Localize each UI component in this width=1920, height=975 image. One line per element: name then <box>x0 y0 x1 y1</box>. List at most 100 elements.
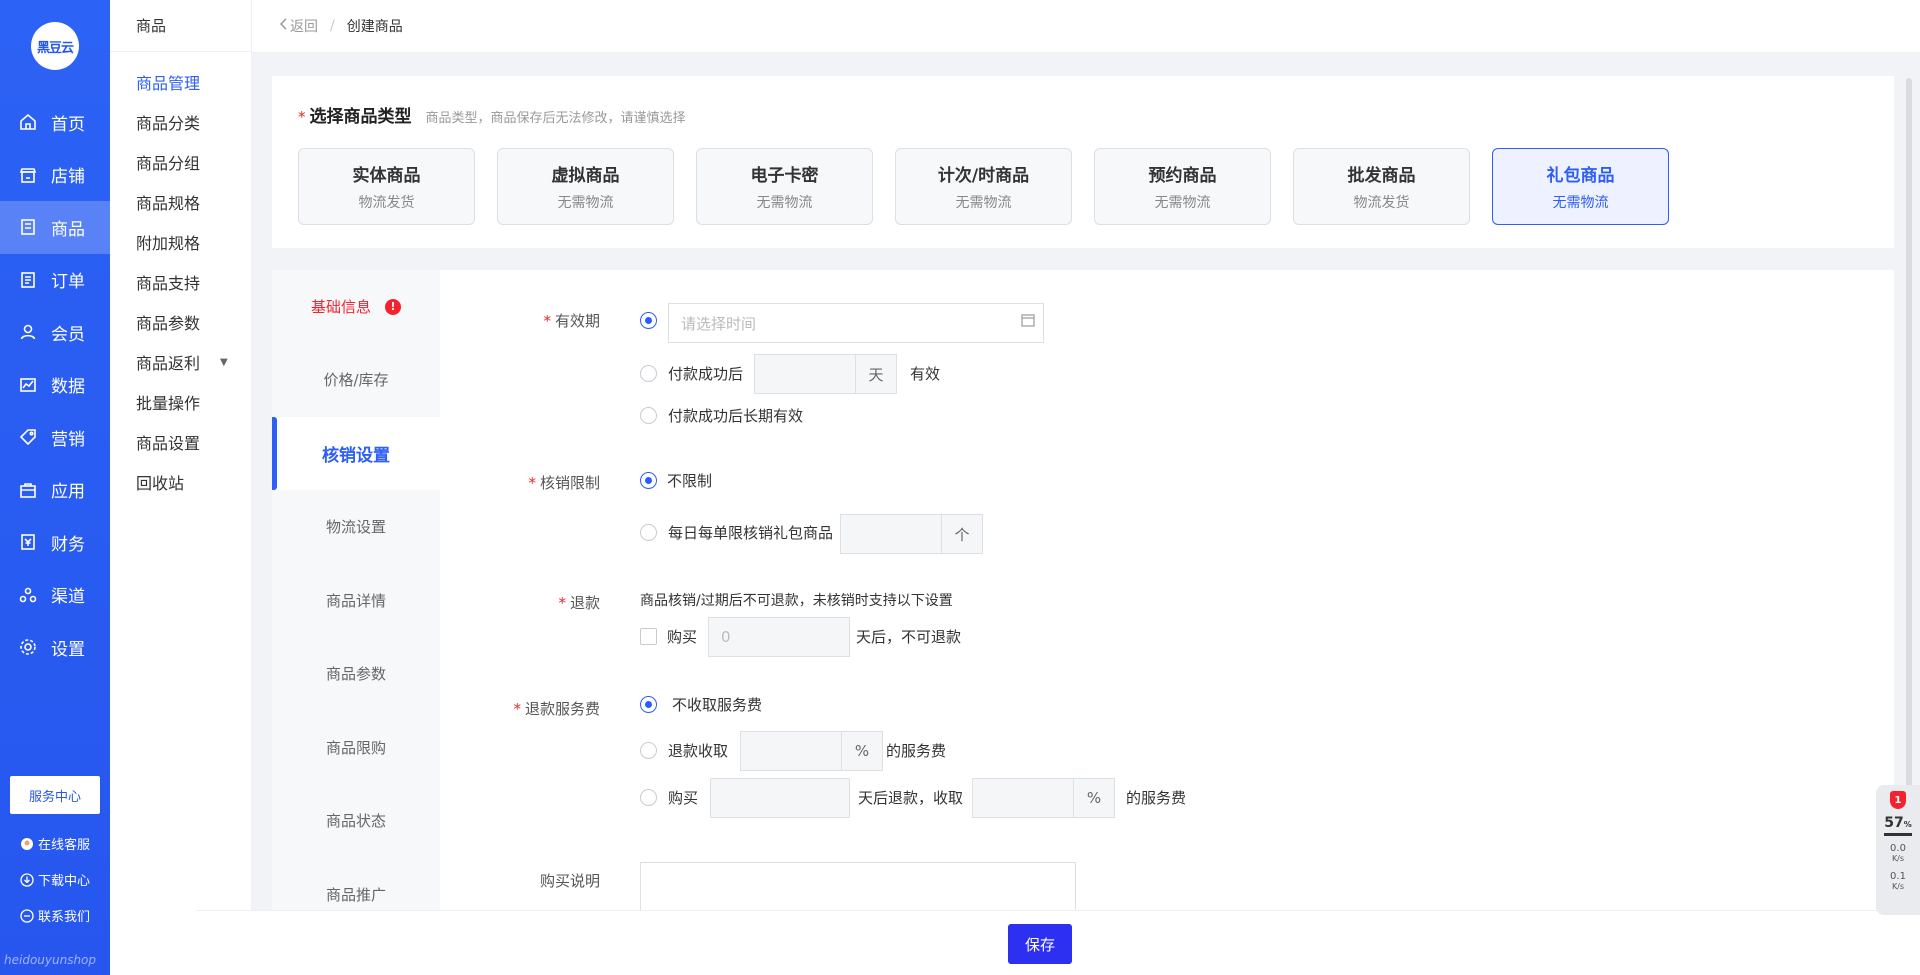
fee-refund-charge-label: 退款收取 <box>668 742 729 760</box>
type-option-reservation[interactable]: 预约商品 无需物流 <box>1094 148 1271 225</box>
nav-item-apps[interactable]: 应用 <box>0 464 110 517</box>
tab-goods-status[interactable]: 商品状态 <box>272 784 440 858</box>
tab-logistics[interactable]: 物流设置 <box>272 490 440 564</box>
fee-after-days-percent-input[interactable] <box>972 778 1074 818</box>
secondary-sidebar-title: 商品 <box>110 0 251 52</box>
type-option-timed[interactable]: 计次/时商品无需物流 <box>895 148 1072 225</box>
type-option-giftpack[interactable]: 礼包商品 无需物流 <box>1492 148 1669 225</box>
subnav-goods-rebate[interactable]: 商品返利 ▼ <box>110 342 251 382</box>
type-option-ecard[interactable]: 电子卡密 无需物流 <box>696 148 873 225</box>
system-monitor-widget[interactable]: 1 57% 0.0 K/s 0.1 K/s <box>1876 785 1920 915</box>
nav-item-store[interactable]: 店铺 <box>0 149 110 202</box>
subnav-goods-group[interactable]: 商品分组 <box>110 142 251 182</box>
verify-radio-unlimited[interactable] <box>640 472 657 489</box>
type-desc: 无需物流 <box>1154 195 1211 211</box>
order-icon <box>18 270 38 290</box>
nav-item-order[interactable]: 订单 <box>0 254 110 307</box>
finance-icon <box>18 532 38 552</box>
required-mark: * <box>298 108 306 126</box>
tab-verify-settings[interactable]: 核销设置 <box>272 416 440 490</box>
gear-icon <box>18 637 38 657</box>
contact-us-link[interactable]: 联系我们 <box>20 906 90 925</box>
refund-days-input[interactable]: 0 <box>708 617 850 657</box>
verify-radio-daily[interactable] <box>640 524 657 541</box>
product-form-card: 基础信息 ! 价格/库存 核销设置 物流设置 商品详情 商品参数 商品限购 商品… <box>272 270 1894 910</box>
type-name: 计次/时商品 <box>937 166 1030 186</box>
nav-item-member[interactable]: 会员 <box>0 306 110 359</box>
page-scrollbar[interactable] <box>1906 78 1912 908</box>
subnav-goods-category[interactable]: 商品分类 <box>110 102 251 142</box>
nav-item-settings[interactable]: 设置 <box>0 621 110 674</box>
subnav-goods-params[interactable]: 商品参数 <box>110 302 251 342</box>
nav-item-marketing[interactable]: 营销 <box>0 411 110 464</box>
secondary-sidebar: 商品 商品管理 商品分类 商品分组 商品规格 附加规格 商品支持 商品参数 商品… <box>110 0 252 975</box>
subnav-goods-settings[interactable]: 商品设置 <box>110 422 251 462</box>
store-icon <box>18 165 38 185</box>
after-pay-days-input[interactable] <box>754 354 856 394</box>
tab-basic-info[interactable]: 基础信息 ! <box>272 270 440 343</box>
home-icon <box>18 112 38 132</box>
nav-item-data[interactable]: 数据 <box>0 359 110 412</box>
tag-icon <box>18 427 38 447</box>
nav-item-goods[interactable]: 商品 <box>0 201 110 254</box>
refund-buy-checkbox[interactable] <box>640 628 657 645</box>
nav-label: 渠道 <box>51 587 85 608</box>
user-icon <box>18 322 38 342</box>
back-link[interactable]: 返回 <box>278 16 318 36</box>
channel-icon <box>18 585 38 605</box>
fee-days-input[interactable] <box>710 778 850 818</box>
validity-time-input[interactable]: 请选择时间 <box>668 303 1044 343</box>
subnav-goods-spec[interactable]: 商品规格 <box>110 182 251 222</box>
chevron-left-icon <box>278 17 290 35</box>
nav-label: 财务 <box>51 534 85 555</box>
nav-item-finance[interactable]: 财务 <box>0 516 110 569</box>
save-button[interactable]: 保存 <box>1008 924 1072 964</box>
type-desc: 物流发货 <box>358 195 415 211</box>
validity-radio-long-term[interactable] <box>640 407 657 424</box>
tab-goods-promotion[interactable]: 商品推广 <box>272 858 440 911</box>
fee-radio-refund-charge[interactable] <box>640 742 657 759</box>
type-desc: 无需物流 <box>955 195 1012 211</box>
refund-note: 商品核销/过期后不可退款，未核销时支持以下设置 <box>640 593 953 609</box>
subnav-extra-spec[interactable]: 附加规格 <box>110 222 251 262</box>
subnav-batch-ops[interactable]: 批量操作 <box>110 382 251 422</box>
error-icon: ! <box>385 298 401 315</box>
tab-goods-detail[interactable]: 商品详情 <box>272 564 440 638</box>
type-option-wholesale[interactable]: 批发商品 物流发货 <box>1293 148 1470 225</box>
subnav-goods-manage[interactable]: 商品管理 <box>110 62 251 102</box>
verify-unlimited-label: 不限制 <box>667 472 713 490</box>
validity-label: * 有效期 <box>543 312 600 330</box>
validity-radio-date[interactable] <box>640 312 657 329</box>
product-type-title: * 选择商品类型 商品类型，商品保存后无法修改，请谨慎选择 <box>298 102 686 127</box>
nav-item-home[interactable]: 首页 <box>0 96 110 149</box>
fee-refund-percent-input[interactable] <box>740 731 842 771</box>
brand-logo[interactable]: 黑豆云 <box>31 22 79 70</box>
tab-price-stock[interactable]: 价格/库存 <box>272 343 440 417</box>
fee-radio-after-days[interactable] <box>640 789 657 806</box>
type-option-physical[interactable]: 实体商品 物流发货 <box>298 148 475 225</box>
breadcrumb: 返回 / 创建商品 <box>252 0 1920 53</box>
subnav-goods-support[interactable]: 商品支持 <box>110 262 251 302</box>
refund-fee-label: * 退款服务费 <box>513 700 600 718</box>
tab-purchase-limit[interactable]: 商品限购 <box>272 711 440 785</box>
cpu-percent: 57% <box>1884 815 1912 831</box>
type-option-virtual[interactable]: 虚拟商品 无需物流 <box>497 148 674 225</box>
purchase-note-label: 购买说明 <box>539 872 600 890</box>
tab-goods-params[interactable]: 商品参数 <box>272 637 440 711</box>
type-desc: 无需物流 <box>557 195 614 211</box>
verify-daily-input[interactable] <box>840 514 942 554</box>
validity-radio-after-pay[interactable] <box>640 365 657 382</box>
service-center-button[interactable]: 服务中心 <box>10 776 100 814</box>
chat-icon <box>20 908 34 923</box>
primary-nav: 首页 店铺 商品 订单 会员 数据 营销 应用 财务 渠道 设置 <box>0 96 110 674</box>
back-label: 返回 <box>290 19 318 35</box>
brand-footer: heidouyunshop <box>4 953 97 967</box>
download-icon <box>20 872 34 887</box>
fee-radio-none[interactable] <box>640 696 657 713</box>
nav-item-channel[interactable]: 渠道 <box>0 569 110 622</box>
download-center-link[interactable]: 下载中心 <box>20 870 90 889</box>
purchase-note-textarea[interactable] <box>640 862 1076 910</box>
subnav-recycle-bin[interactable]: 回收站 <box>110 462 251 502</box>
online-service-link[interactable]: 在线客服 <box>20 834 90 853</box>
type-name: 礼包商品 <box>1546 166 1615 186</box>
